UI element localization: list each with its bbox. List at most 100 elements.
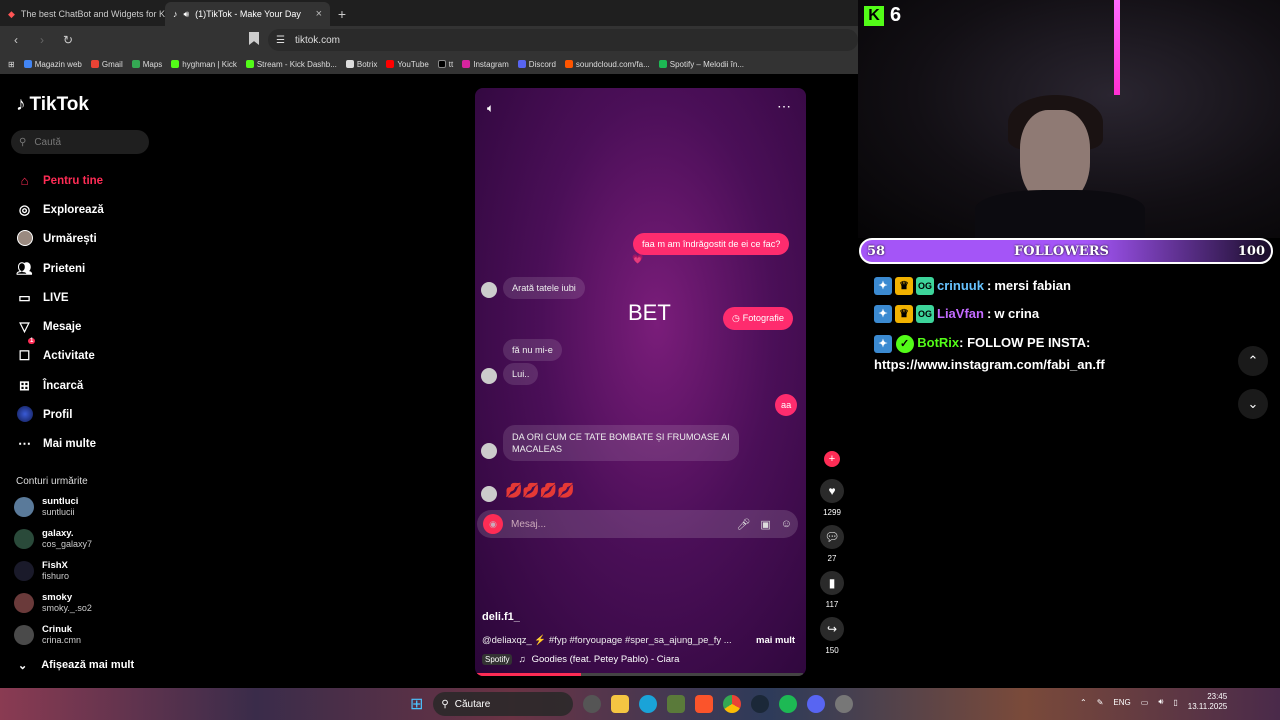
- chat-username: crinuuk: [937, 278, 984, 293]
- video-description: @deliaxqz_ ⚡ #fyp #foryoupage #sper_sa_a…: [482, 635, 732, 646]
- account-item[interactable]: galaxy. cos_galaxy7: [14, 528, 92, 550]
- forward-icon[interactable]: ›: [32, 33, 52, 47]
- avatar: [481, 486, 497, 502]
- goal-current: 58: [867, 243, 886, 259]
- chevron-down-icon: ⌄: [18, 660, 28, 672]
- avatar: [14, 561, 34, 581]
- friends-icon: 👥︎: [16, 260, 33, 276]
- video-progress[interactable]: [477, 673, 803, 676]
- edge-icon[interactable]: [639, 695, 658, 713]
- bookmark-item[interactable]: tt: [437, 60, 453, 69]
- close-tab-icon[interactable]: ×: [316, 8, 322, 20]
- new-tab-button[interactable]: +: [330, 2, 354, 26]
- clock[interactable]: 23:45 13.11.2025: [1188, 692, 1227, 712]
- video-author[interactable]: deli.f1_: [482, 611, 520, 623]
- follow-plus-button[interactable]: +: [824, 451, 840, 467]
- sidebar-item-following[interactable]: Urmărești: [16, 225, 104, 254]
- account-item[interactable]: FishX fishuro: [14, 560, 69, 582]
- app-icon[interactable]: [583, 695, 602, 713]
- site-info-icon[interactable]: ☰: [276, 35, 285, 46]
- bookmark-item[interactable]: Spotify – Melodii în...: [658, 60, 744, 69]
- tiktok-logo[interactable]: ♪ TikTok: [16, 94, 89, 116]
- steam-icon[interactable]: [751, 695, 770, 713]
- message-input[interactable]: ◉ Mesaj... 🎤︎ ▣ ☺: [477, 510, 798, 538]
- more-options-icon[interactable]: ⋯: [777, 98, 791, 115]
- more-button[interactable]: mai mult: [756, 635, 795, 646]
- scroll-up-button[interactable]: ⌃: [1238, 346, 1268, 376]
- bookmark-icon[interactable]: [249, 32, 259, 45]
- volume-icon[interactable]: 🔈︎: [487, 101, 494, 116]
- network-icon[interactable]: ▭: [1141, 698, 1149, 707]
- search-icon: ⚲: [19, 136, 27, 148]
- heart-reaction-icon: 💗: [632, 254, 644, 264]
- goal-label: FOLLOWERS: [1014, 243, 1109, 259]
- bookmark-item[interactable]: Maps: [131, 60, 162, 69]
- address-bar[interactable]: ☰ tiktok.com: [268, 29, 858, 51]
- share-count: 150: [825, 646, 839, 655]
- video-player[interactable]: 🔈︎ ⋯ faa m am îndrăgostit de ei ce fac? …: [475, 88, 806, 676]
- discord-icon[interactable]: [807, 695, 826, 713]
- sidebar-item-explore[interactable]: ◎ Explorează: [16, 195, 104, 224]
- back-icon[interactable]: ‹: [6, 33, 26, 47]
- bookmarks-bar: ⊞ Magazin web Gmail Maps hyghman | Kick …: [0, 54, 858, 74]
- volume-icon[interactable]: 🔊︎: [1158, 697, 1163, 707]
- tab-botrix[interactable]: ◆ The best ChatBot and Widgets for Kick: [0, 2, 165, 26]
- upload-icon: ⊞: [19, 377, 30, 393]
- spotify-icon[interactable]: [779, 695, 798, 713]
- bookmark-item[interactable]: Instagram: [462, 60, 509, 69]
- sidebar-item-for-you[interactable]: ⌂ Pentru tine: [16, 166, 104, 195]
- sidebar-item-upload[interactable]: ⊞ Încarcă: [16, 371, 104, 400]
- account-item[interactable]: smoky smoky._.so2: [14, 592, 92, 614]
- following-accounts-title: Conturi urmărite: [16, 476, 88, 487]
- bookmark-item[interactable]: soundcloud.com/fa...: [564, 60, 650, 69]
- sidebar-item-more[interactable]: ⋯ Mai multe: [16, 430, 104, 459]
- apps-icon[interactable]: ⊞: [8, 60, 15, 69]
- language-indicator[interactable]: ENG: [1113, 698, 1130, 707]
- bookmark-item[interactable]: Gmail: [90, 60, 123, 69]
- scroll-down-button[interactable]: ⌄: [1238, 389, 1268, 419]
- chat-text: mersi fabian: [994, 278, 1071, 293]
- sidebar-item-activity[interactable]: ☐ 1 Activitate: [16, 337, 104, 371]
- account-item[interactable]: Crinuk crina.cmn: [14, 624, 81, 646]
- chrome-icon[interactable]: [723, 695, 742, 713]
- bookmark-item[interactable]: Botrix: [345, 60, 377, 69]
- message-placeholder: Mesaj...: [511, 518, 547, 530]
- search-input[interactable]: ⚲ Caută: [11, 130, 149, 154]
- account-item[interactable]: suntluci suntlucii: [14, 496, 78, 518]
- music-info[interactable]: Spotify ♫ Goodies (feat. Petey Pablo) - Ci…: [482, 654, 679, 665]
- settings-icon[interactable]: [835, 695, 854, 713]
- sidebar-item-profile[interactable]: Profil: [16, 400, 104, 429]
- show-more-button[interactable]: ⌄ Afișează mai mult: [18, 659, 134, 672]
- windows-start-icon[interactable]: ⊞: [410, 694, 423, 714]
- like-icon[interactable]: ♥: [820, 479, 844, 503]
- minecraft-icon[interactable]: [667, 695, 686, 713]
- tab-tiktok[interactable]: ♪ 🔊︎ (1)TikTok - Make Your Day ×: [165, 2, 330, 26]
- sidebar-item-friends[interactable]: 👥︎ Prieteni: [16, 254, 104, 283]
- camera-icon[interactable]: ◉: [483, 514, 503, 534]
- image-icon[interactable]: ▣: [760, 518, 770, 531]
- reload-icon[interactable]: ↻: [58, 33, 78, 47]
- chat-username: BotRix: [917, 335, 960, 350]
- mic-icon[interactable]: 🎤︎: [736, 518, 750, 531]
- sidebar-item-live[interactable]: ▭ LIVE: [16, 283, 104, 312]
- bookmark-item[interactable]: Magazin web: [23, 60, 82, 69]
- save-icon[interactable]: ▮: [820, 571, 844, 595]
- sticker-icon[interactable]: ☺: [781, 518, 792, 531]
- bookmark-item[interactable]: YouTube: [386, 60, 429, 69]
- folder-icon[interactable]: [611, 695, 630, 713]
- battery-icon[interactable]: ▯: [1173, 698, 1177, 707]
- taskbar-search[interactable]: ⚲ Căutare: [433, 692, 574, 716]
- tiktok-icon: ♪: [173, 9, 178, 19]
- chat-text: w crina: [994, 306, 1040, 321]
- share-icon[interactable]: ↪: [820, 617, 844, 641]
- bookmark-item[interactable]: hyghman | Kick: [171, 60, 237, 69]
- chevron-down-icon: ⌄: [1247, 396, 1259, 411]
- brave-icon[interactable]: [695, 695, 714, 713]
- chevron-up-icon[interactable]: ⌃: [1080, 698, 1087, 707]
- comment-icon[interactable]: 💬︎: [820, 525, 844, 549]
- pen-icon[interactable]: ✎: [1097, 698, 1104, 707]
- music-note-icon: ♫: [518, 654, 526, 665]
- avatar: [481, 368, 497, 384]
- bookmark-item[interactable]: Discord: [517, 60, 556, 69]
- bookmark-item[interactable]: Stream - Kick Dashb...: [245, 60, 337, 69]
